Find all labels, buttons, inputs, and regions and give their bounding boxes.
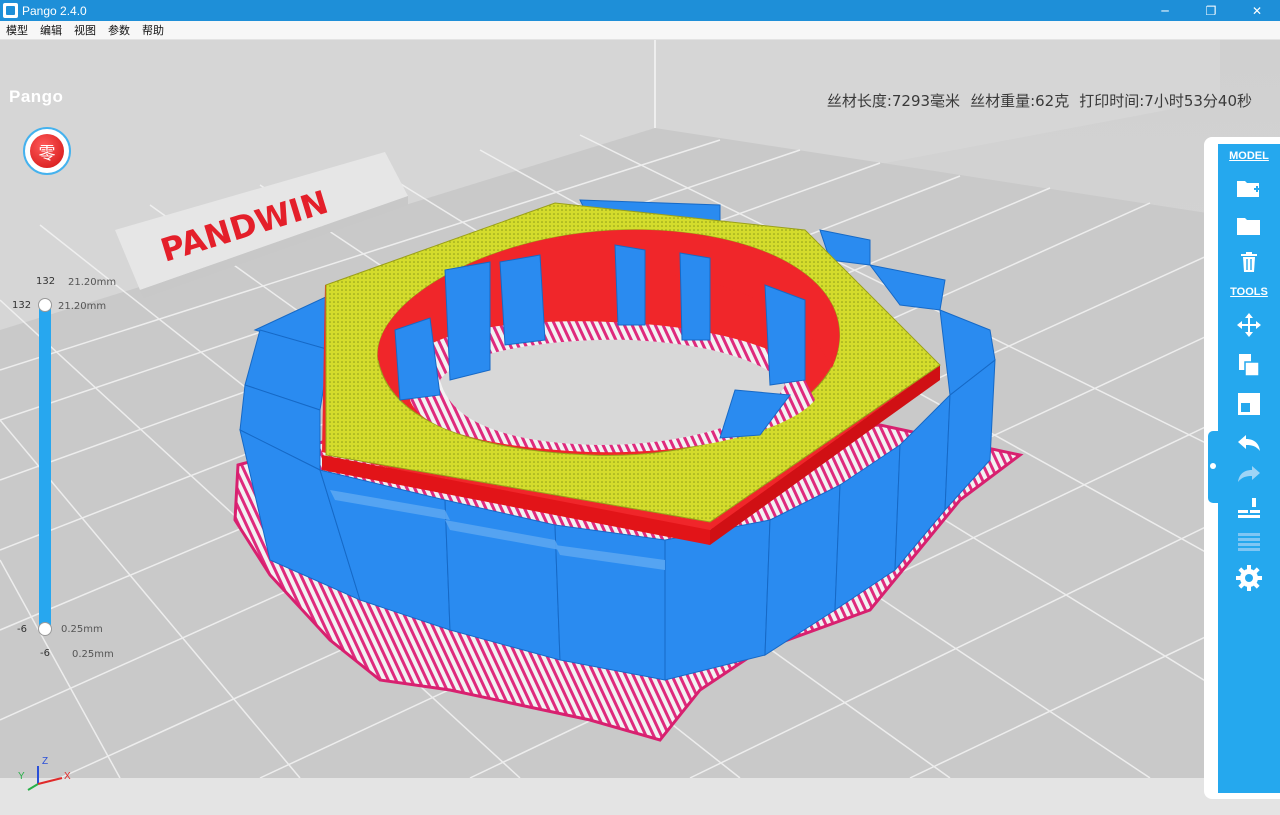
app-icon: [3, 3, 18, 18]
tools-section-heading: TOOLS: [1230, 286, 1268, 298]
slice-layers-icon[interactable]: [1232, 528, 1266, 556]
scale-icon[interactable]: [1232, 351, 1266, 379]
undo-icon[interactable]: [1232, 429, 1266, 457]
slider-bottom-value: -6: [40, 648, 50, 659]
lay-flat-icon[interactable]: [1232, 494, 1266, 522]
print-stats: 丝材长度:7293毫米 丝材重量:62克 打印时间:7小时53分40秒: [827, 90, 1252, 111]
axis-z-label: Z: [42, 756, 49, 767]
menu-help[interactable]: 帮助: [136, 22, 170, 38]
slider-top-mm: 21.20mm: [68, 277, 117, 288]
filament-length: 丝材长度:7293毫米: [826, 92, 961, 110]
menu-params[interactable]: 参数: [102, 22, 136, 38]
toolbar-collapse-handle[interactable]: [1208, 431, 1218, 503]
title-bar: Pango 2.4.0 ─ ❐ ✕: [0, 0, 1280, 21]
scene-canvas[interactable]: PANDWIN: [0, 40, 1280, 815]
slider-bottom-mm: 0.25mm: [72, 649, 114, 660]
menu-view[interactable]: 视图: [68, 22, 102, 38]
layer-slider-track[interactable]: [39, 302, 51, 632]
slider-thumb-bottom-value: -6: [17, 624, 27, 635]
window-title: Pango 2.4.0: [22, 3, 87, 18]
menu-model[interactable]: 模型: [0, 22, 34, 38]
axis-x-label: X: [64, 771, 71, 782]
filament-weight: 丝材重量:62克: [970, 92, 1070, 110]
close-button[interactable]: ✕: [1234, 0, 1280, 21]
axis-y-label: Y: [18, 771, 25, 782]
print-time: 打印时间:7小时53分40秒: [1079, 92, 1252, 110]
logo-text: Pango: [9, 87, 64, 106]
add-model-icon[interactable]: [1232, 174, 1266, 202]
rotate-icon[interactable]: [1232, 390, 1266, 418]
move-icon[interactable]: [1232, 311, 1266, 339]
3d-viewport[interactable]: PANDWIN Pango 丝材长度:7293毫米 丝材重量:62克 打印时间:…: [0, 40, 1280, 815]
slider-top-value: 132: [36, 276, 56, 287]
layer-slider-upper-thumb[interactable]: [38, 298, 52, 312]
slider-thumb-top-value: 132: [12, 300, 32, 311]
settings-icon[interactable]: [1232, 564, 1266, 592]
model-section-heading: MODEL: [1229, 150, 1269, 162]
slider-thumb-top-mm: 21.20mm: [58, 301, 107, 312]
slider-thumb-bottom-mm: 0.25mm: [61, 624, 103, 635]
open-folder-icon[interactable]: [1232, 212, 1266, 240]
app-logo: Pango: [9, 87, 63, 107]
zero-button[interactable]: 零: [23, 127, 71, 175]
minimize-button[interactable]: ─: [1142, 0, 1188, 21]
menu-bar: 模型 编辑 视图 参数 帮助: [0, 21, 1280, 40]
maximize-button[interactable]: ❐: [1188, 0, 1234, 21]
menu-edit[interactable]: 编辑: [34, 22, 68, 38]
redo-icon[interactable]: [1232, 460, 1266, 488]
trash-icon[interactable]: [1232, 248, 1266, 276]
layer-slider-lower-thumb[interactable]: [38, 622, 52, 636]
zero-button-icon: 零: [30, 134, 64, 168]
